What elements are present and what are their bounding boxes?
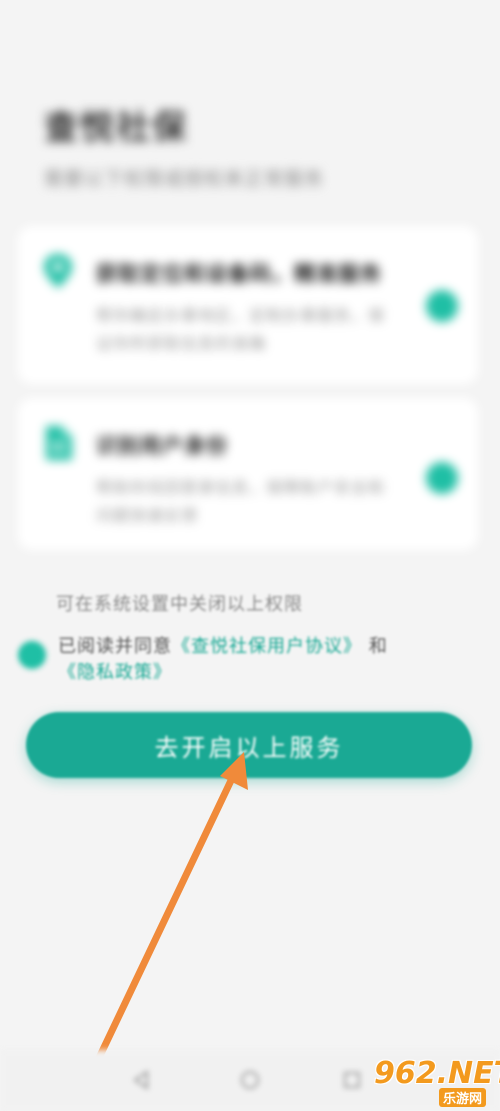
- watermark-subtext: 乐游网: [438, 1088, 486, 1107]
- permission-card-identity: 识别用户身份 帮助你找回登录信息，保障账户安全和问题快速反馈: [18, 398, 478, 550]
- enable-services-button[interactable]: 去开启以上服务: [26, 712, 472, 778]
- home-icon: [241, 1071, 259, 1089]
- page-title: 查悦社保: [44, 108, 188, 148]
- location-pin-icon: [44, 254, 72, 288]
- agreement-text: 已阅读并同意《查悦社保用户协议》 和 《隐私政策》: [58, 634, 458, 686]
- permission-note: 可在系统设置中关闭以上权限: [56, 594, 303, 615]
- identity-permission-toggle[interactable]: [426, 462, 458, 494]
- recent-apps-icon: [344, 1072, 360, 1088]
- back-icon: [133, 1070, 148, 1090]
- permission-card-location: 获取定位和设备码，精准服务 帮你确定办事地区，定制办事服务，保证你所获取信息的准…: [18, 226, 478, 384]
- watermark-logo: 962.NET 乐游网: [366, 1054, 500, 1107]
- card-description: 帮助你找回登录信息，保障账户安全和问题快速反馈: [96, 478, 386, 525]
- privacy-policy-link[interactable]: 《隐私政策》: [58, 662, 172, 683]
- nav-back-button[interactable]: [128, 1066, 156, 1094]
- nav-recent-button[interactable]: [338, 1066, 366, 1094]
- card-title: 获取定位和设备码，精准服务: [96, 262, 382, 286]
- watermark-text: 962.NET: [374, 1056, 500, 1091]
- agreement-prefix: 已阅读并同意: [58, 636, 172, 657]
- card-description: 帮你确定办事地区，定制办事服务，保证你所获取信息的准确: [96, 306, 386, 353]
- user-agreement-link[interactable]: 《查悦社保用户协议》: [172, 636, 362, 657]
- location-permission-toggle[interactable]: [426, 290, 458, 322]
- card-title: 识别用户身份: [96, 434, 228, 458]
- document-icon: [46, 426, 72, 460]
- agreement-conjunction: 和: [368, 636, 388, 657]
- page-subtitle: 需要以下权限或授权来正常服务: [44, 168, 325, 190]
- agree-radio[interactable]: [18, 641, 46, 669]
- nav-home-button[interactable]: [236, 1066, 264, 1094]
